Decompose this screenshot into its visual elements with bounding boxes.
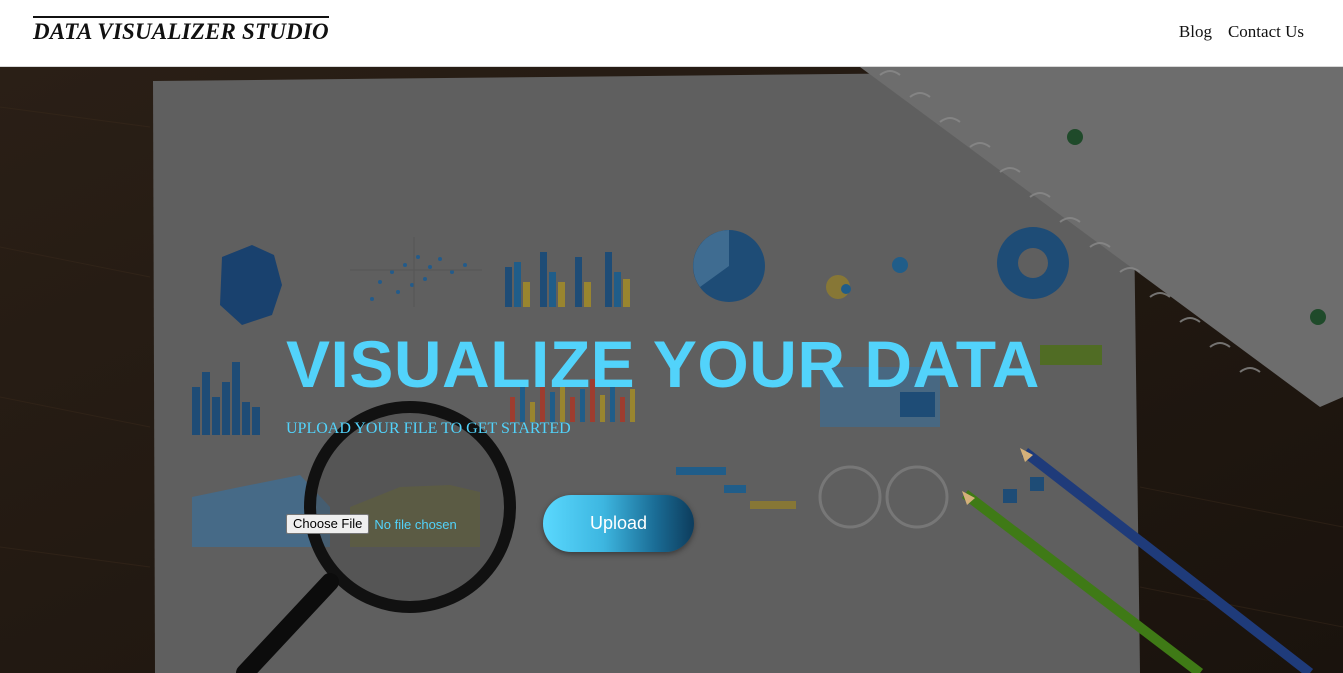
site-header: DATA VISUALIZER STUDIO Blog Contact Us bbox=[0, 0, 1343, 67]
file-status-text: No file chosen bbox=[374, 516, 457, 532]
upload-button[interactable]: Upload bbox=[543, 495, 694, 552]
top-nav: Blog Contact Us bbox=[1179, 21, 1304, 43]
hero-subtitle: UPLOAD YOUR FILE TO GET STARTED bbox=[286, 420, 571, 437]
site-logo[interactable]: DATA VISUALIZER STUDIO bbox=[33, 16, 329, 45]
hero-section: VISUALIZE YOUR DATA UPLOAD YOUR FILE TO … bbox=[0, 67, 1343, 673]
hero-title: VISUALIZE YOUR DATA bbox=[286, 327, 1040, 401]
nav-link-blog[interactable]: Blog bbox=[1179, 21, 1212, 43]
file-input[interactable]: Choose File No file chosen bbox=[286, 514, 457, 534]
choose-file-button[interactable]: Choose File bbox=[286, 514, 370, 534]
nav-link-contact-us[interactable]: Contact Us bbox=[1228, 21, 1304, 43]
